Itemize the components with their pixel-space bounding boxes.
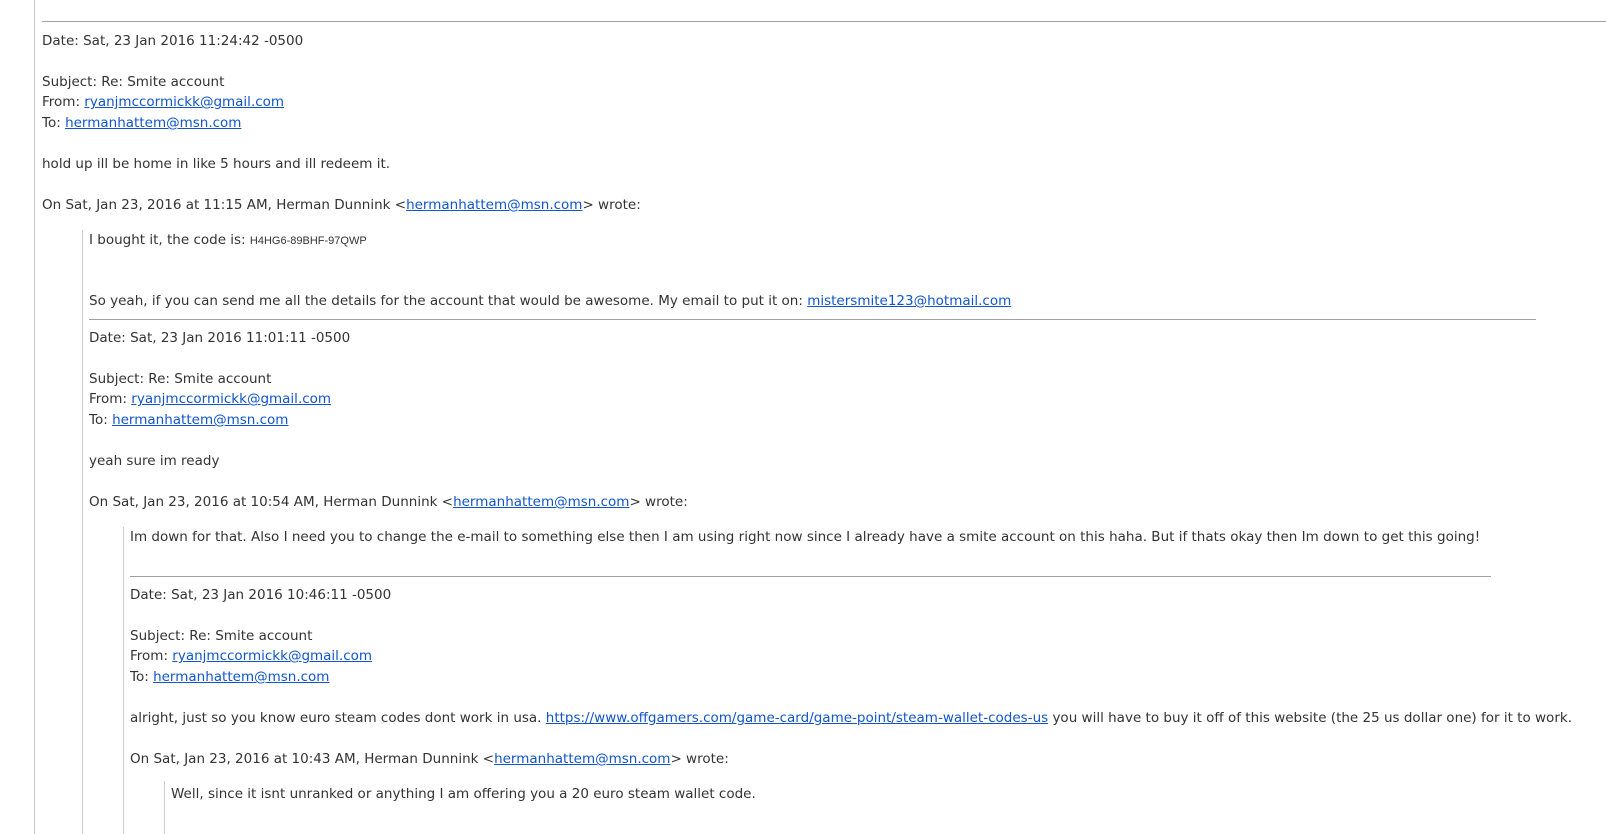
to-email-link[interactable]: hermanhattem@msn.com — [65, 115, 241, 131]
attribution-text: On Sat, Jan 23, 2016 at 10:43 AM, Herman… — [130, 751, 495, 767]
message-date: Date: Sat, 23 Jan 2016 11:24:42 -0500 — [42, 33, 304, 49]
left-border — [34, 0, 35, 834]
attribution-suffix: > wrote: — [582, 197, 641, 213]
to-email-link[interactable]: hermanhattem@msn.com — [112, 412, 288, 428]
quoted-to: To: hermanhattem@msn.com — [130, 668, 329, 686]
attribution-suffix: > wrote: — [629, 494, 688, 510]
to-label: To: — [130, 669, 154, 685]
attribution-text: On Sat, Jan 23, 2016 at 10:54 AM, Herman… — [89, 494, 454, 510]
to-label: To: — [89, 412, 113, 428]
quoted-body-2: alright, just so you know euro steam cod… — [130, 709, 1572, 727]
from-email-link[interactable]: ryanjmccormickk@gmail.com — [131, 391, 331, 407]
gift-code: H4HG6-89BHF-97QWP — [249, 235, 367, 247]
quoted-body-2-text: So yeah, if you can send me all the deta… — [89, 293, 808, 309]
quoted-from: From: ryanjmccormickk@gmail.com — [130, 647, 372, 665]
message-body: hold up ill be home in like 5 hours and … — [42, 156, 391, 172]
quoted-message-level-2: Im down for that. Also I need you to cha… — [123, 527, 1572, 834]
from-label: From: — [42, 94, 85, 110]
quoted-message-level-1: I bought it, the code is: H4HG6-89BHF-97… — [82, 230, 1583, 834]
quoted-body: Well, since it isnt unranked or anything… — [171, 786, 756, 802]
quoted-body-3: yeah sure im ready — [89, 453, 220, 469]
quote-2-divider — [130, 576, 1491, 577]
quoted-body-text: I bought it, the code is: — [89, 232, 250, 248]
attribution-email-link[interactable]: hermanhattem@msn.com — [494, 751, 670, 767]
from-email-link[interactable]: ryanjmccormickk@gmail.com — [84, 94, 284, 110]
quoted-date: Date: Sat, 23 Jan 2016 11:01:11 -0500 — [89, 330, 351, 346]
quoted-attribution: On Sat, Jan 23, 2016 at 10:43 AM, Herman… — [130, 750, 729, 768]
body-email-link[interactable]: mistersmite123@hotmail.com — [807, 293, 1011, 309]
quoted-from: From: ryanjmccormickk@gmail.com — [89, 390, 331, 408]
quoted-to: To: hermanhattem@msn.com — [89, 411, 288, 429]
quoted-body-2-text: alright, just so you know euro steam cod… — [130, 710, 546, 726]
quoted-attribution: On Sat, Jan 23, 2016 at 10:54 AM, Herman… — [89, 493, 688, 511]
message-from: From: ryanjmccormickk@gmail.com — [42, 93, 284, 111]
to-email-link[interactable]: hermanhattem@msn.com — [153, 669, 329, 685]
attribution-email-link[interactable]: hermanhattem@msn.com — [406, 197, 582, 213]
message-subject: Subject: Re: Smite account — [42, 74, 225, 90]
quoted-body-2: So yeah, if you can send me all the deta… — [89, 292, 1011, 310]
quoted-body: I bought it, the code is: H4HG6-89BHF-97… — [89, 231, 367, 250]
quoted-body: Im down for that. Also I need you to cha… — [130, 529, 1481, 545]
attribution-suffix: > wrote: — [670, 751, 729, 767]
quoted-subject: Subject: Re: Smite account — [89, 371, 272, 387]
quoted-date: Date: Sat, 23 Jan 2016 10:46:11 -0500 — [130, 587, 392, 603]
message-to: To: hermanhattem@msn.com — [42, 114, 241, 132]
quoted-message-level-3: Well, since it isnt unranked or anything… — [164, 781, 1465, 834]
quote-1-divider — [89, 319, 1536, 320]
quoted-subject: Subject: Re: Smite account — [130, 628, 313, 644]
steam-wallet-link[interactable]: https://www.offgamers.com/game-card/game… — [546, 710, 1048, 726]
quoted-body-2-suffix: you will have to buy it off of this webs… — [1048, 710, 1572, 726]
from-label: From: — [89, 391, 132, 407]
to-label: To: — [42, 115, 66, 131]
from-label: From: — [130, 648, 173, 664]
attribution-email-link[interactable]: hermanhattem@msn.com — [453, 494, 629, 510]
from-email-link[interactable]: ryanjmccormickk@gmail.com — [172, 648, 372, 664]
top-divider — [42, 21, 1606, 22]
reply-attribution: On Sat, Jan 23, 2016 at 11:15 AM, Herman… — [42, 196, 641, 214]
attribution-text: On Sat, Jan 23, 2016 at 11:15 AM, Herman… — [42, 197, 407, 213]
